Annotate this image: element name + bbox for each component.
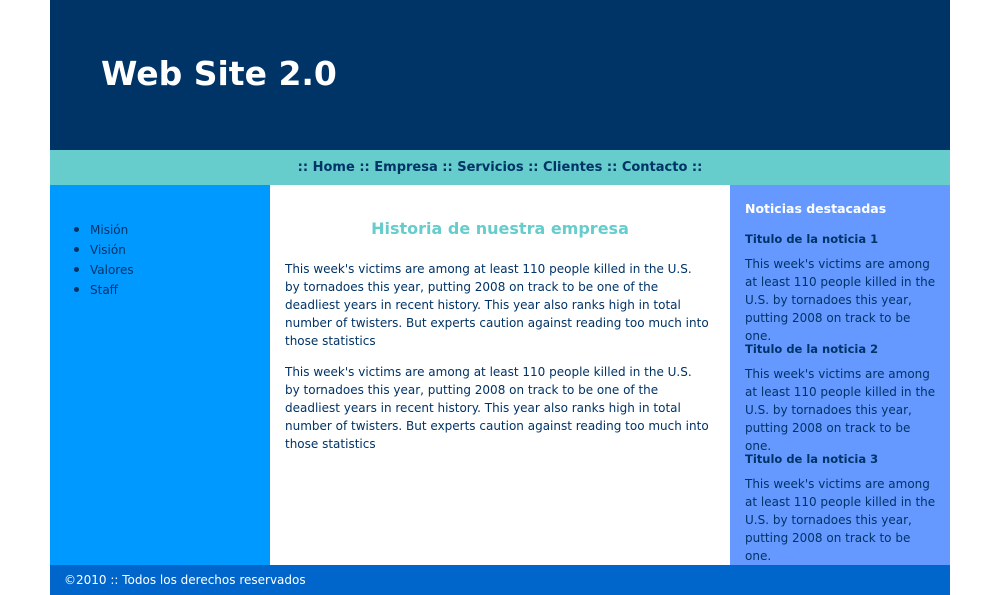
news-sidebar: Noticias destacadas Titulo de la noticia…: [730, 185, 950, 565]
nav-separator: ::: [691, 160, 703, 175]
nav-link-contacto[interactable]: Contacto: [622, 160, 688, 175]
nav-link-empresa[interactable]: Empresa: [374, 160, 437, 175]
news-item-title: Titulo de la noticia 1: [745, 232, 879, 246]
footer-copyright: ©2010 :: Todos los derechos reservados: [64, 573, 306, 587]
nav-separator: ::: [442, 160, 453, 175]
nav-separator: ::: [359, 160, 370, 175]
sidebar-list: Misión Visión Valores Staff: [72, 220, 134, 300]
sidebar-link-staff[interactable]: Staff: [90, 283, 118, 297]
main-nav: :: Home :: Empresa :: Servicios :: Clien…: [50, 150, 950, 185]
main-title: Historia de nuestra empresa: [371, 219, 629, 238]
sidebar-item-vision: Visión: [72, 240, 134, 260]
news-item-body: This week's victims are among at least 1…: [745, 367, 936, 453]
nav-separator: ::: [297, 160, 309, 175]
news-heading: Noticias destacadas: [745, 201, 887, 216]
bullet-icon: [74, 227, 79, 232]
main-content: Historia de nuestra empresa This week's …: [270, 185, 730, 565]
sidebar-link-valores[interactable]: Valores: [90, 263, 134, 277]
sidebar-item-valores: Valores: [72, 260, 134, 280]
news-item: Titulo de la noticia 3 This week's victi…: [745, 452, 940, 565]
page: Web Site 2.0 :: Home :: Empresa :: Servi…: [50, 0, 950, 595]
main-paragraph: This week's victims are among at least 1…: [285, 365, 709, 451]
nav-link-servicios[interactable]: Servicios: [457, 160, 523, 175]
site-footer: ©2010 :: Todos los derechos reservados: [50, 565, 950, 595]
sidebar: Misión Visión Valores Staff: [50, 185, 270, 565]
bullet-icon: [74, 287, 79, 292]
nav-separator: ::: [606, 160, 618, 175]
news-item: Titulo de la noticia 2 This week's victi…: [745, 342, 940, 455]
news-item-body: This week's victims are among at least 1…: [745, 477, 936, 563]
nav-link-home[interactable]: Home: [313, 160, 355, 175]
bullet-icon: [74, 247, 79, 252]
sidebar-item-staff: Staff: [72, 280, 134, 300]
nav-separator: ::: [528, 160, 539, 175]
sidebar-item-mision: Misión: [72, 220, 134, 240]
bullet-icon: [74, 267, 79, 272]
news-item-body: This week's victims are among at least 1…: [745, 257, 936, 343]
site-header: Web Site 2.0: [50, 0, 950, 150]
main-paragraph: This week's victims are among at least 1…: [285, 262, 709, 348]
sidebar-link-mision[interactable]: Misión: [90, 223, 128, 237]
sidebar-link-vision[interactable]: Visión: [90, 243, 126, 257]
news-item-title: Titulo de la noticia 3: [745, 452, 879, 466]
nav-link-clientes[interactable]: Clientes: [543, 160, 602, 175]
news-item-title: Titulo de la noticia 2: [745, 342, 879, 356]
news-item: Titulo de la noticia 1 This week's victi…: [745, 232, 940, 345]
site-title: Web Site 2.0: [101, 54, 337, 93]
